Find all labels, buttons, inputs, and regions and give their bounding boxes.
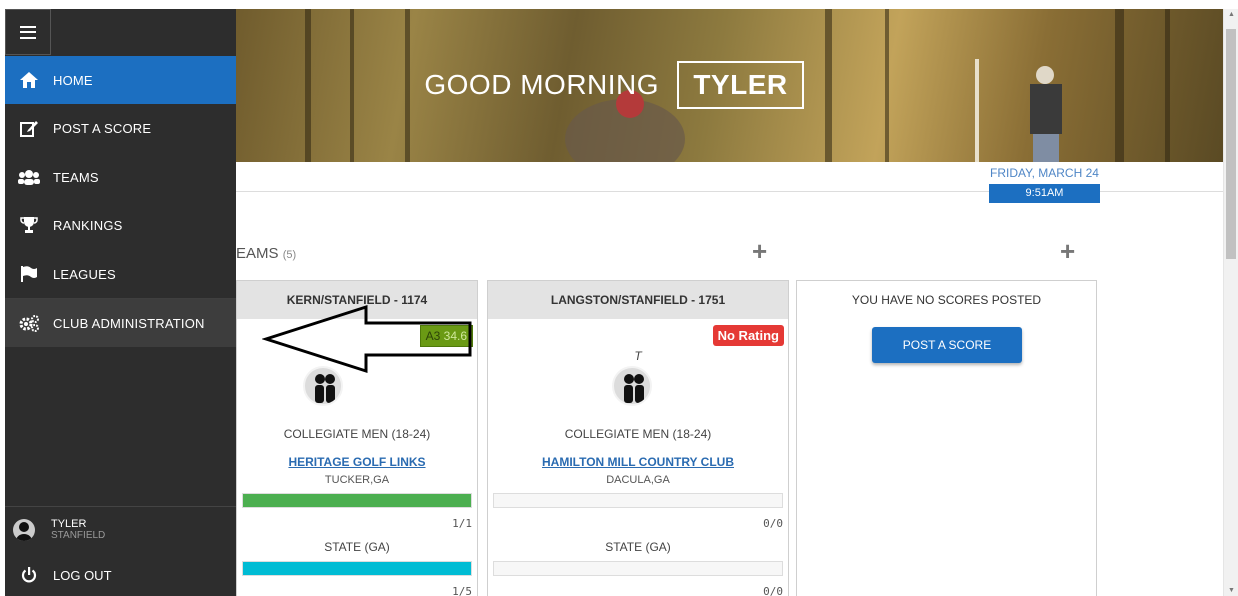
sidebar-item-label: RANKINGS	[53, 217, 123, 233]
user-first-name: TYLER	[51, 518, 87, 530]
sidebar-item-label: POST A SCORE	[53, 120, 152, 136]
progress-count-state: 1/5	[452, 585, 472, 596]
teams-title-text: EAMS	[236, 245, 279, 262]
teams-count: (5)	[282, 249, 297, 261]
team-division: COLLEGIATE MEN (18-24)	[283, 427, 431, 441]
power-icon	[5, 567, 53, 583]
hamburger-menu-icon[interactable]	[5, 9, 51, 55]
progress-bar-local	[242, 493, 472, 508]
team-avatar-icon	[612, 366, 652, 406]
add-score-icon[interactable]: +	[1060, 236, 1075, 267]
current-date: FRIDAY, MARCH 24	[990, 166, 1099, 180]
sidebar-item-post-a-score[interactable]: POST A SCORE	[5, 104, 236, 152]
team-card[interactable]: LANGSTON/STANFIELD - 1751 No Rating T CO…	[487, 280, 789, 596]
team-location: TUCKER,GA	[324, 474, 390, 486]
progress-count-state: 0/0	[763, 585, 783, 596]
users-icon	[5, 169, 53, 185]
sidebar-item-leagues[interactable]: LEAGUES	[5, 250, 236, 298]
post-score-button[interactable]: POST A SCORE	[872, 327, 1022, 363]
progress-count-local: 1/1	[452, 517, 472, 530]
sidebar-item-rankings[interactable]: RANKINGS	[5, 201, 236, 249]
team-state: STATE (GA)	[605, 540, 671, 554]
user-profile[interactable]: TYLER STANFIELD	[5, 506, 236, 552]
teams-section-title: EAMS (5)	[236, 245, 296, 262]
progress-bar-local	[493, 493, 783, 508]
team-card-title[interactable]: LANGSTON/STANFIELD - 1751	[488, 281, 788, 319]
trophy-icon	[5, 216, 53, 234]
team-state: STATE (GA)	[324, 540, 390, 554]
greeting-text: GOOD MORNING	[424, 69, 660, 100]
user-last-name: STANFIELD	[51, 530, 106, 541]
team-course-link[interactable]: HERITAGE GOLF LINKS	[237, 455, 477, 469]
page-scrollbar[interactable]: ▲ ▼	[1223, 9, 1238, 596]
sidebar: HOME POST A SCORE TEAMS RANKINGS LEAGUES	[5, 9, 236, 596]
team-division: COLLEGIATE MEN (18-24)	[564, 427, 712, 441]
team-course-link[interactable]: HAMILTON MILL COUNTRY CLUB	[488, 455, 788, 469]
scroll-up-icon[interactable]: ▲	[1224, 11, 1238, 18]
gears-icon	[5, 314, 53, 332]
arrow-annotation-icon	[262, 304, 472, 374]
current-time: 9:51AM	[989, 184, 1100, 203]
edit-icon	[5, 119, 53, 137]
progress-fill-local	[243, 494, 471, 507]
logout-label: LOG OUT	[53, 567, 112, 583]
progress-bar-state	[242, 561, 472, 576]
sidebar-item-label: LEAGUES	[53, 266, 116, 282]
home-icon	[5, 71, 53, 89]
team-marker: T	[634, 349, 642, 363]
avatar	[13, 518, 35, 541]
progress-count-local: 0/0	[763, 517, 783, 530]
app-page: GOOD MORNING TYLER FRIDAY, MARCH 24 9:51…	[0, 0, 1238, 596]
sidebar-item-home[interactable]: HOME	[5, 56, 236, 104]
logout-button[interactable]: LOG OUT	[5, 555, 236, 595]
progress-bar-state	[493, 561, 783, 576]
flag-icon	[5, 266, 53, 282]
add-team-icon[interactable]: +	[752, 236, 767, 267]
progress-fill-state	[243, 562, 471, 575]
scores-card: YOU HAVE NO SCORES POSTED POST A SCORE	[796, 280, 1097, 596]
sidebar-item-label: CLUB ADMINISTRATION	[53, 315, 205, 331]
sidebar-item-club-administration[interactable]: CLUB ADMINISTRATION	[5, 299, 236, 347]
no-rating-badge: No Rating	[712, 325, 784, 346]
scroll-down-icon[interactable]: ▼	[1224, 587, 1238, 594]
team-location: DACULA,GA	[606, 474, 670, 486]
scrollbar-thumb[interactable]	[1226, 29, 1236, 259]
no-scores-message: YOU HAVE NO SCORES POSTED	[851, 293, 1042, 307]
greeting-user-name: TYLER	[677, 61, 804, 109]
sidebar-item-label: TEAMS	[53, 169, 99, 185]
sidebar-item-teams[interactable]: TEAMS	[5, 153, 236, 201]
sidebar-item-label: HOME	[53, 72, 93, 88]
